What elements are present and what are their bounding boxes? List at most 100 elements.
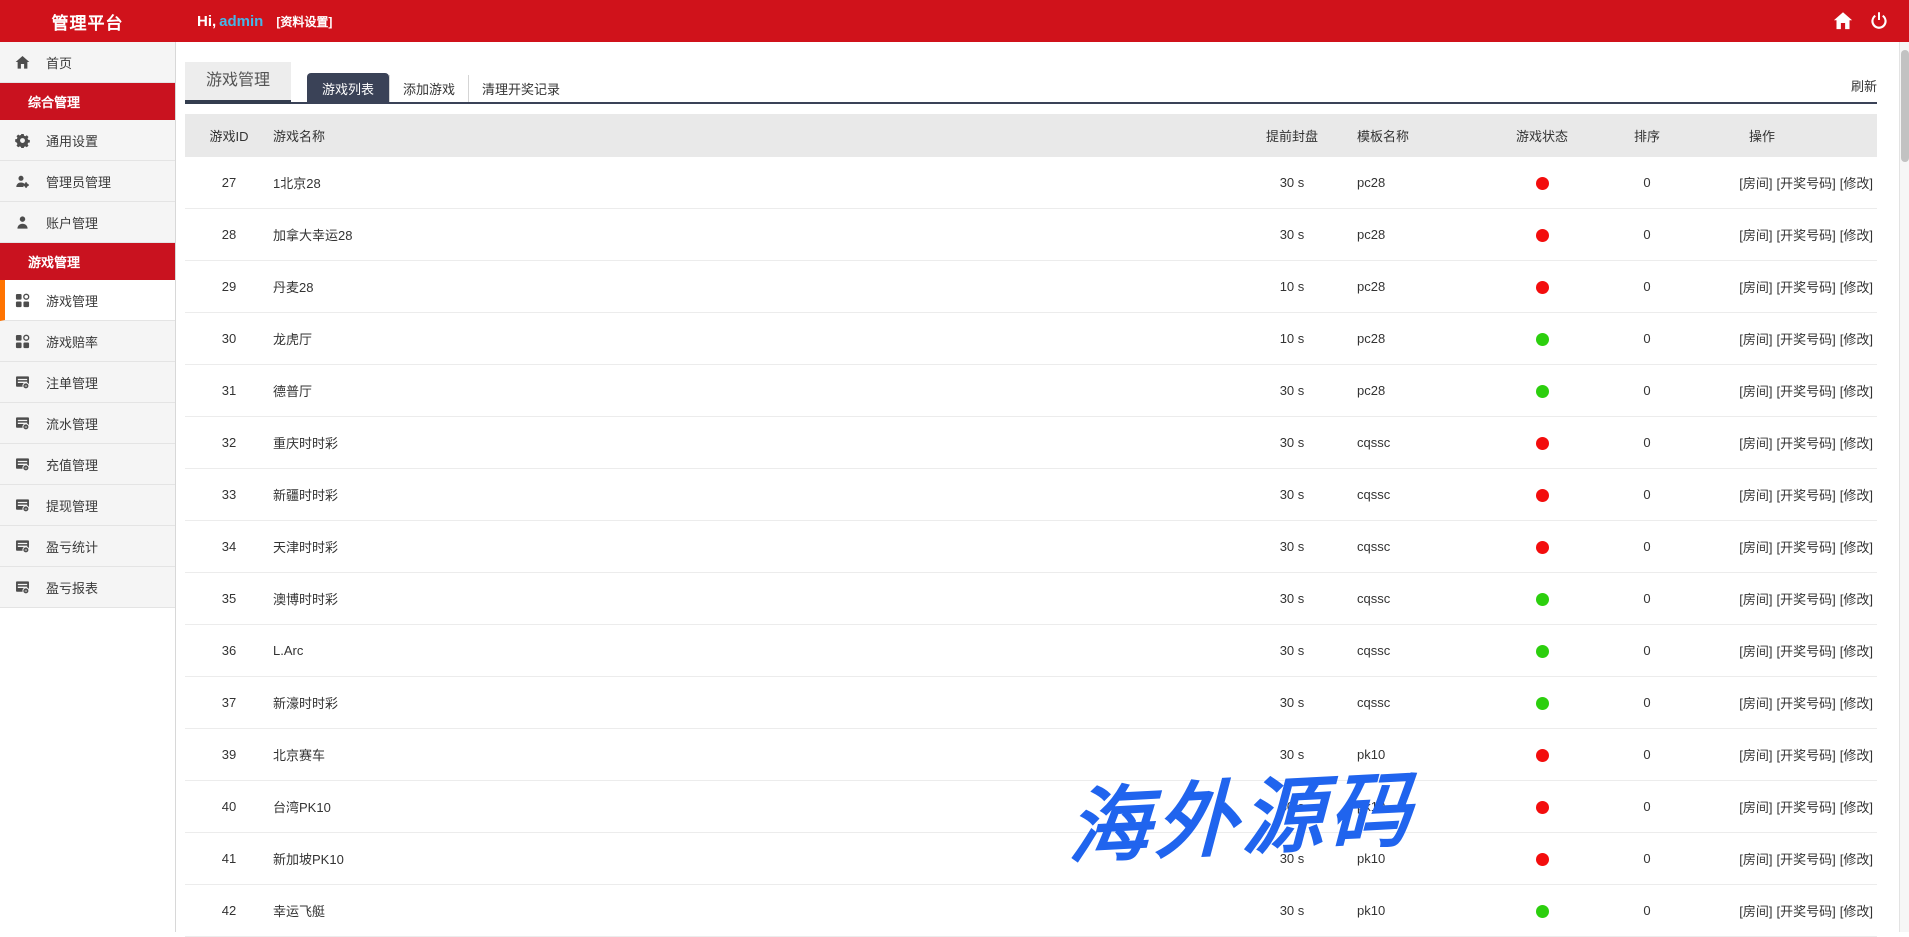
room-link[interactable]: [房间]	[1739, 488, 1772, 503]
edit-link[interactable]: [修改]	[1840, 228, 1873, 243]
room-link[interactable]: [房间]	[1739, 436, 1772, 451]
cell-game-id: 27	[221, 175, 237, 190]
room-link[interactable]: [房间]	[1739, 332, 1772, 347]
room-link[interactable]: [房间]	[1739, 280, 1772, 295]
cell-sort-order: 0	[1643, 747, 1651, 762]
cell-template-name: cqssc	[1357, 539, 1391, 554]
sidebar-item[interactable]: 盈亏报表	[0, 567, 175, 608]
edit-link[interactable]: [修改]	[1840, 748, 1873, 763]
app-title: 管理平台	[51, 13, 124, 33]
cell-game-status	[1477, 799, 1607, 815]
room-link[interactable]: [房间]	[1739, 644, 1772, 659]
draw-number-link[interactable]: [开奖号码]	[1777, 800, 1836, 815]
sidebar-item[interactable]: 首页	[0, 42, 175, 83]
sidebar-item-icon	[15, 498, 30, 513]
status-dot	[1535, 281, 1549, 295]
room-link[interactable]: [房间]	[1739, 592, 1772, 607]
draw-number-link[interactable]: [开奖号码]	[1777, 384, 1836, 399]
sidebar-item[interactable]: 管理员管理	[0, 161, 175, 202]
edit-link[interactable]: [修改]	[1840, 852, 1873, 867]
table-row: 39 北京赛车 30 s pk10 0 [房间] [开奖号码] [修改]	[185, 729, 1877, 781]
room-link[interactable]: [房间]	[1739, 852, 1772, 867]
cell-sort-order: 0	[1643, 331, 1651, 346]
home-icon[interactable]	[1833, 11, 1853, 31]
edit-link[interactable]: [修改]	[1840, 644, 1873, 659]
sidebar-item[interactable]: 充值管理	[0, 444, 175, 485]
room-link[interactable]: [房间]	[1739, 540, 1772, 555]
sidebar-item[interactable]: 注单管理	[0, 362, 175, 403]
edit-link[interactable]: [修改]	[1840, 904, 1873, 919]
status-dot	[1535, 697, 1549, 711]
room-link[interactable]: [房间]	[1739, 176, 1772, 191]
cell-sort-order: 0	[1643, 539, 1651, 554]
draw-number-link[interactable]: [开奖号码]	[1777, 488, 1836, 503]
draw-number-link[interactable]: [开奖号码]	[1777, 592, 1836, 607]
room-link[interactable]: [房间]	[1739, 748, 1772, 763]
status-dot	[1535, 333, 1549, 347]
cell-close-ahead: 30 s	[1279, 487, 1305, 502]
edit-link[interactable]: [修改]	[1840, 592, 1873, 607]
refresh-button[interactable]: 刷新	[1851, 76, 1877, 95]
room-link[interactable]: [房间]	[1739, 228, 1772, 243]
sidebar-item[interactable]: 游戏管理	[0, 243, 175, 280]
room-link[interactable]: [房间]	[1739, 384, 1772, 399]
table-header-cell: 排序	[1633, 129, 1660, 144]
draw-number-link[interactable]: [开奖号码]	[1777, 748, 1836, 763]
cell-game-status	[1477, 435, 1607, 451]
cell-sort-order: 0	[1643, 435, 1651, 450]
scrollbar-thumb[interactable]	[1901, 50, 1909, 162]
sidebar-item[interactable]: 综合管理	[0, 83, 175, 120]
cell-template-name: pk10	[1357, 851, 1386, 866]
cell-sort-order: 0	[1643, 799, 1651, 814]
draw-number-link[interactable]: [开奖号码]	[1777, 332, 1836, 347]
room-link[interactable]: [房间]	[1739, 800, 1772, 815]
draw-number-link[interactable]: [开奖号码]	[1777, 904, 1836, 919]
draw-number-link[interactable]: [开奖号码]	[1777, 696, 1836, 711]
page-scrollbar[interactable]	[1899, 42, 1909, 932]
cell-close-ahead: 30 s	[1279, 799, 1305, 814]
edit-link[interactable]: [修改]	[1840, 488, 1873, 503]
sidebar-item[interactable]: 游戏管理	[0, 280, 175, 321]
edit-link[interactable]: [修改]	[1840, 696, 1873, 711]
sidebar-item[interactable]: 通用设置	[0, 120, 175, 161]
cell-game-id: 42	[221, 903, 237, 918]
sidebar-item[interactable]: 游戏赔率	[0, 321, 175, 362]
profile-settings-link[interactable]: [资料设置]	[276, 13, 332, 30]
edit-link[interactable]: [修改]	[1840, 280, 1873, 295]
cell-game-status	[1477, 279, 1607, 295]
draw-number-link[interactable]: [开奖号码]	[1777, 280, 1836, 295]
sidebar-item[interactable]: 提现管理	[0, 485, 175, 526]
draw-number-link[interactable]: [开奖号码]	[1777, 644, 1836, 659]
tab-game-management[interactable]: 游戏管理	[185, 62, 292, 104]
room-link[interactable]: [房间]	[1739, 696, 1772, 711]
cell-game-status	[1477, 227, 1607, 243]
edit-link[interactable]: [修改]	[1840, 436, 1873, 451]
edit-link[interactable]: [修改]	[1840, 332, 1873, 347]
edit-link[interactable]: [修改]	[1840, 384, 1873, 399]
logout-power-icon[interactable]	[1869, 11, 1889, 31]
draw-number-link[interactable]: [开奖号码]	[1777, 176, 1836, 191]
room-link[interactable]: [房间]	[1739, 904, 1772, 919]
sub-tab[interactable]: 游戏列表	[307, 73, 390, 104]
greeting-prefix: Hi,	[197, 12, 217, 30]
sidebar-item-label: 盈亏统计	[46, 539, 99, 555]
sub-tab[interactable]: 清理开奖记录	[468, 75, 573, 102]
draw-number-link[interactable]: [开奖号码]	[1777, 436, 1836, 451]
edit-link[interactable]: [修改]	[1840, 800, 1873, 815]
cell-template-name: pc28	[1357, 279, 1386, 294]
draw-number-link[interactable]: [开奖号码]	[1777, 540, 1836, 555]
draw-number-link[interactable]: [开奖号码]	[1777, 228, 1836, 243]
sidebar-item-icon	[15, 416, 30, 431]
sidebar-item-icon	[15, 293, 30, 308]
cell-template-name: pc28	[1357, 175, 1386, 190]
draw-number-link[interactable]: [开奖号码]	[1777, 852, 1836, 867]
table-row: 27 1北京28 30 s pc28 0 [房间] [开奖号码] [修改]	[185, 157, 1877, 209]
edit-link[interactable]: [修改]	[1840, 540, 1873, 555]
cell-game-name: L.Arc	[273, 643, 304, 658]
cell-close-ahead: 30 s	[1279, 747, 1305, 762]
sidebar-item[interactable]: 账户管理	[0, 202, 175, 243]
sub-tab[interactable]: 添加游戏	[389, 75, 468, 102]
edit-link[interactable]: [修改]	[1840, 176, 1873, 191]
sidebar-item[interactable]: 流水管理	[0, 403, 175, 444]
sidebar-item[interactable]: 盈亏统计	[0, 526, 175, 567]
